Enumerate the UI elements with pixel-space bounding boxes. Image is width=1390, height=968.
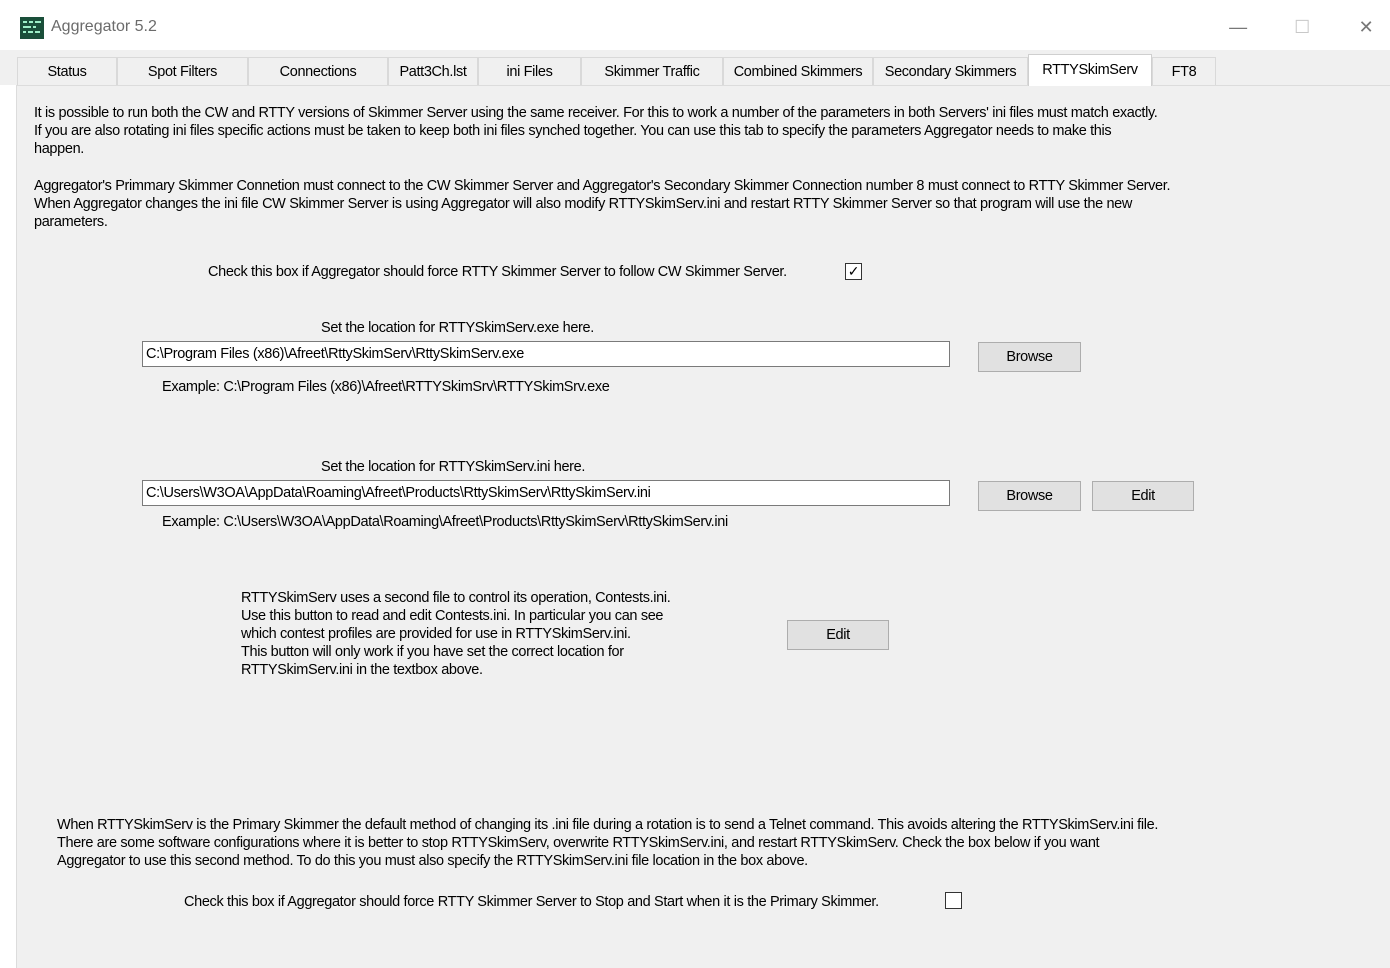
close-button[interactable]: ✕ (1346, 10, 1386, 44)
tab-combined-skimmers[interactable]: Combined Skimmers (723, 57, 873, 85)
primary-note-line-1: When RTTYSkimServ is the Primary Skimmer… (57, 817, 1158, 833)
app-icon (20, 17, 44, 39)
primary-note-line-3: Aggregator to use this second method. To… (57, 853, 808, 869)
ini-browse-button[interactable]: Browse (978, 481, 1081, 511)
follow-cw-checkbox[interactable]: ✓ (845, 263, 862, 280)
tab-status[interactable]: Status (17, 57, 117, 85)
tab-connections[interactable]: Connections (248, 57, 388, 85)
minimize-button[interactable]: — (1218, 10, 1258, 44)
primary-note-line-2: There are some software configurations w… (57, 835, 1100, 851)
intro-line-3: happen. (34, 141, 84, 157)
ini-example: Example: C:\Users\W3OA\AppData\Roaming\A… (162, 514, 728, 530)
exe-location-label: Set the location for RTTYSkimServ.exe he… (321, 320, 594, 336)
intro-line-2: If you are also rotating ini files speci… (34, 123, 1112, 139)
exe-example: Example: C:\Program Files (x86)\Afreet\R… (162, 379, 610, 395)
contests-line-4: This button will only work if you have s… (241, 644, 624, 660)
tab-ft8[interactable]: FT8 (1152, 57, 1216, 85)
maximize-button[interactable]: ☐ (1282, 10, 1322, 44)
connection-note-line-3: parameters. (34, 214, 108, 230)
exe-path-input[interactable] (142, 341, 950, 367)
tab-patt3ch[interactable]: Patt3Ch.lst (388, 57, 478, 85)
contests-line-1: RTTYSkimServ uses a second file to contr… (241, 590, 671, 606)
tab-secondary-skimmers[interactable]: Secondary Skimmers (873, 57, 1028, 85)
tab-skimmer-traffic[interactable]: Skimmer Traffic (581, 57, 723, 85)
intro-line-1: It is possible to run both the CW and RT… (34, 105, 1158, 121)
stop-start-checkbox[interactable] (945, 892, 962, 909)
exe-browse-button[interactable]: Browse (978, 342, 1081, 372)
follow-cw-label: Check this box if Aggregator should forc… (208, 264, 787, 280)
contests-line-3: which contest profiles are provided for … (241, 626, 631, 642)
check-icon: ✓ (847, 263, 860, 279)
window-title: Aggregator 5.2 (51, 18, 157, 35)
ini-path-input[interactable] (142, 480, 950, 506)
ini-location-label: Set the location for RTTYSkimServ.ini he… (321, 459, 586, 475)
contests-line-5: RTTYSkimServ.ini in the textbox above. (241, 662, 483, 678)
tab-ini-files[interactable]: ini Files (478, 57, 581, 85)
contests-line-2: Use this button to read and edit Contest… (241, 608, 664, 624)
connection-note-line-1: Aggregator's Primmary Skimmer Connetion … (34, 178, 1171, 194)
title-bar: Aggregator 5.2 — ☐ ✕ (0, 0, 1390, 50)
stop-start-label: Check this box if Aggregator should forc… (184, 894, 879, 910)
connection-note-line-2: When Aggregator changes the ini file CW … (34, 196, 1133, 212)
tab-spot-filters[interactable]: Spot Filters (117, 57, 248, 85)
contests-edit-button[interactable]: Edit (787, 620, 889, 650)
ini-edit-button[interactable]: Edit (1092, 481, 1194, 511)
tab-rttyskimserv[interactable]: RTTYSkimServ (1028, 54, 1152, 86)
